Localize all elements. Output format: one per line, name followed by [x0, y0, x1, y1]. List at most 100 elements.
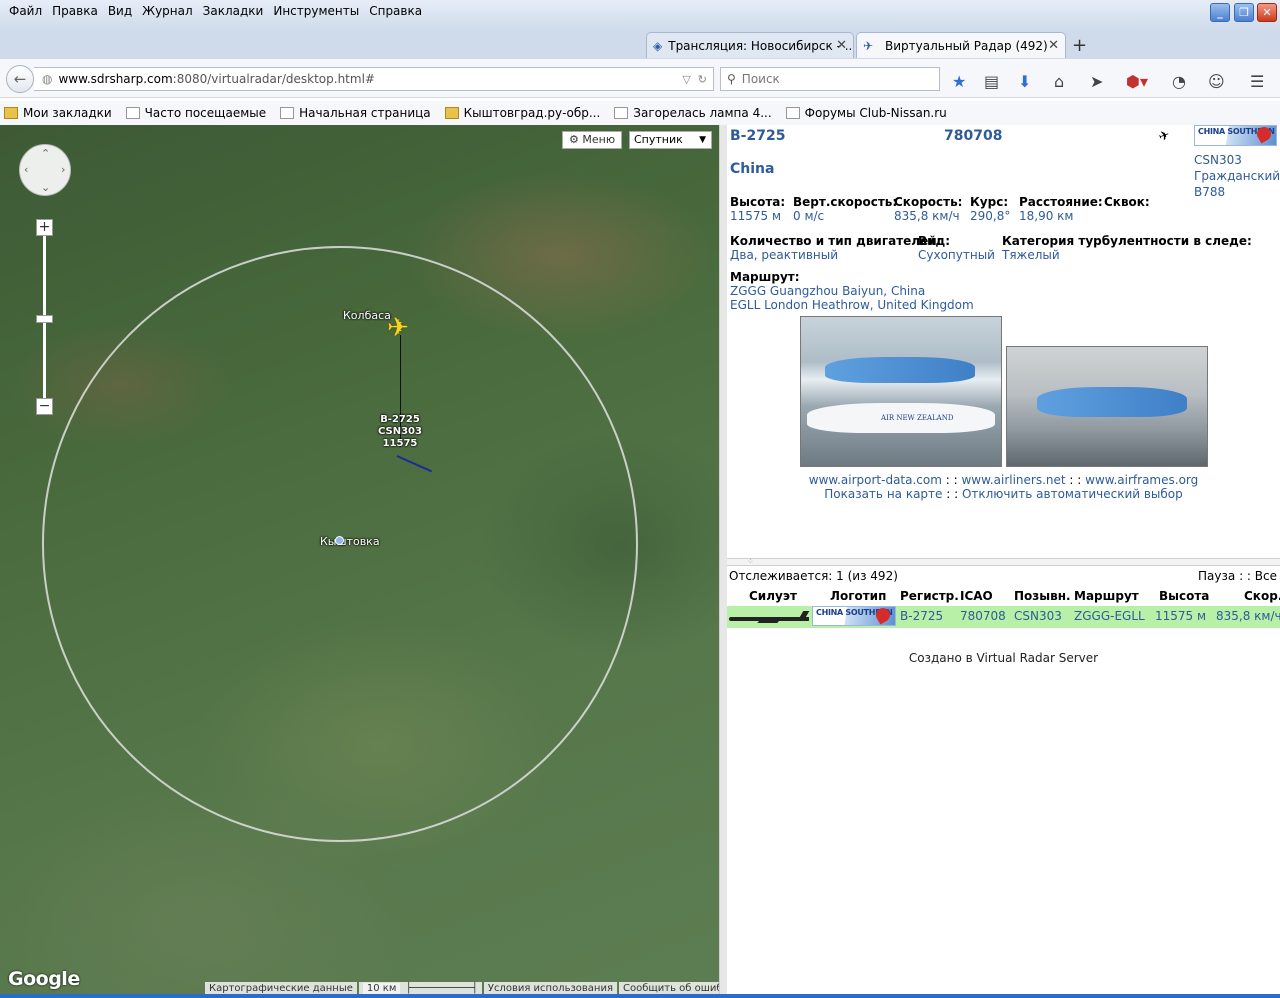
bookmark-item[interactable]: Мои закладки	[4, 106, 112, 120]
show-all-link[interactable]: Все	[1255, 569, 1277, 583]
tab-virtual-radar[interactable]: ✈ Виртуальный Радар (492) ✕	[856, 32, 1066, 58]
bookmark-item[interactable]: Кыштовград.ру-обр...	[444, 106, 600, 120]
bookmarks-toolbar: Мои закладки Часто посещаемые Начальная …	[0, 101, 1280, 125]
label-registration: B-2725	[380, 414, 420, 425]
field-value: 290,8°	[970, 209, 1011, 223]
vertical-splitter[interactable]	[719, 125, 727, 996]
airliners-link[interactable]: www.airliners.net	[961, 473, 1065, 487]
airport-data-link[interactable]: www.airport-data.com	[809, 473, 942, 487]
table-row[interactable]: CHINA SOUTHERN B-2725 780708 CSN303 ZGGG…	[727, 606, 1280, 628]
download-icon[interactable]: ⬇	[1018, 72, 1031, 91]
pan-up-icon[interactable]: ⌃	[41, 147, 50, 160]
sync-icon[interactable]: ◔	[1172, 72, 1186, 91]
menu-view[interactable]: Вид	[108, 4, 132, 18]
header-registration[interactable]: Регистр.	[900, 589, 959, 603]
url-path: :8080/virtualradar/desktop.html#	[172, 72, 375, 86]
search-input[interactable]: ⚲ Поиск	[720, 67, 940, 91]
satellite-map[interactable]: ⌃ ⌄ ‹ › + − ⚙ Меню Спутник ▼ Колбаса Кыш…	[0, 125, 719, 996]
zoom-in-button[interactable]: +	[36, 219, 53, 236]
bookmark-item[interactable]: Начальная страница	[280, 106, 431, 120]
field-label: Сквок:	[1104, 195, 1150, 209]
disable-autoselect-link[interactable]: Отключить автоматический выбор	[962, 487, 1183, 501]
link-separator: : :	[941, 473, 962, 487]
detail-callsign: CSN303	[1194, 153, 1242, 167]
star-icon[interactable]: ★	[952, 72, 966, 91]
field-label: Количество и тип двигателей:	[730, 234, 942, 248]
field-speed: Скорость: 835,8 км/ч	[894, 195, 962, 223]
header-callsign[interactable]: Позывн.	[1014, 589, 1071, 603]
list-header: Силуэт Логотип Регистр. ICAO Позывн. Мар…	[727, 587, 1280, 605]
adblock-icon[interactable]: ⬢▾	[1126, 72, 1148, 91]
back-button[interactable]: ←	[6, 65, 34, 93]
map-type-value: Спутник	[634, 133, 683, 146]
taskbar	[0, 994, 1280, 998]
menu-file[interactable]: Файл	[9, 4, 42, 18]
send-icon[interactable]: ➤	[1090, 72, 1103, 91]
zoom-slider-handle[interactable]	[36, 315, 53, 323]
header-route[interactable]: Маршрут	[1074, 589, 1139, 603]
photo-plane-shape	[825, 357, 975, 383]
aircraft-marker-icon[interactable]: ✈	[387, 313, 409, 343]
show-on-map-link[interactable]: Показать на карте	[824, 487, 942, 501]
field-value: Сухопутный	[918, 248, 995, 262]
url-bar[interactable]: ◍ www.sdrsharp.com :8080/virtualradar/de…	[34, 67, 714, 91]
field-engines: Количество и тип двигателей: Два, реакти…	[730, 234, 941, 262]
menu-tools[interactable]: Инструменты	[273, 4, 359, 18]
field-value: Тяжелый	[1002, 248, 1060, 262]
reading-list-icon[interactable]: ▤	[984, 72, 999, 91]
zoom-out-button[interactable]: −	[36, 398, 53, 415]
aircraft-label[interactable]: B-2725 CSN303 11575	[378, 414, 422, 450]
pan-control[interactable]: ⌃ ⌄ ‹ ›	[19, 144, 71, 196]
pan-right-icon[interactable]: ›	[61, 163, 65, 176]
airline-logo: CHINA SOUTHERN	[812, 606, 896, 626]
close-window-button[interactable]: ✕	[1257, 3, 1277, 22]
field-wake-turbulence: Категория турбулентности в следе: Тяжелы…	[1002, 234, 1252, 262]
home-icon[interactable]: ⌂	[1054, 72, 1064, 91]
field-label: Скорость:	[894, 195, 963, 209]
bookmark-item[interactable]: Загорелась лампа 4...	[614, 106, 772, 120]
map-type-select[interactable]: Спутник ▼	[629, 131, 712, 149]
pan-down-icon[interactable]: ⌄	[41, 181, 50, 194]
field-squawk: Сквок:	[1104, 195, 1150, 209]
header-speed[interactable]: Скор.	[1244, 589, 1280, 603]
close-tab-icon[interactable]: ✕	[836, 38, 847, 53]
bookmark-item[interactable]: Часто посещаемые	[125, 106, 266, 120]
restore-button[interactable]: ❐	[1234, 3, 1254, 22]
menu-help[interactable]: Справка	[369, 4, 422, 18]
map-menu-button[interactable]: ⚙ Меню	[562, 131, 623, 149]
field-label: Курс:	[970, 195, 1009, 209]
smiley-icon[interactable]: ☺	[1208, 72, 1225, 91]
header-logo[interactable]: Логотип	[830, 589, 886, 603]
horizontal-splitter[interactable]: ⁘	[727, 558, 1280, 566]
close-tab-icon[interactable]: ✕	[1048, 38, 1059, 53]
menu-bookmarks[interactable]: Закладки	[203, 4, 264, 18]
new-tab-button[interactable]: +	[1072, 35, 1087, 56]
aircraft-photo[interactable]: AIR NEW ZEALAND	[800, 316, 1002, 467]
pause-link[interactable]: Пауза	[1198, 569, 1235, 583]
pan-left-icon[interactable]: ‹	[24, 163, 28, 176]
reload-icon[interactable]: ▽ ↻	[682, 73, 707, 86]
photo-plane-shape	[1037, 387, 1187, 417]
header-silhouette[interactable]: Силуэт	[749, 589, 797, 603]
minimize-button[interactable]: _	[1210, 3, 1230, 22]
bookmark-label: Мои закладки	[23, 106, 112, 120]
gear-icon: ⚙	[569, 133, 579, 146]
url-host: www.sdrsharp.com	[58, 72, 173, 86]
title-bar: Файл Правка Вид Журнал Закладки Инструме…	[0, 0, 1280, 30]
search-icon: ⚲	[727, 72, 736, 86]
aircraft-photo[interactable]	[1006, 346, 1208, 467]
menu-edit[interactable]: Правка	[52, 4, 98, 18]
detail-country: China	[730, 161, 775, 177]
header-altitude[interactable]: Высота	[1159, 589, 1209, 603]
credit-text: Создано в Virtual Radar Server	[908, 651, 1099, 665]
menu-history[interactable]: Журнал	[142, 4, 193, 18]
airframes-link[interactable]: www.airframes.org	[1085, 473, 1198, 487]
hamburger-menu-icon[interactable]: ☰	[1250, 72, 1264, 91]
plane-icon: ✈	[863, 38, 874, 53]
header-icao[interactable]: ICAO	[960, 589, 993, 603]
field-label: Расстояние:	[1019, 195, 1103, 209]
aircraft-list: Отслеживается: 1 (из 492) Пауза : : Все …	[727, 566, 1280, 994]
tab-translation[interactable]: ◈ Трансляция: Новосибирск - ... ✕	[646, 32, 854, 58]
globe-icon: ◍	[42, 72, 53, 86]
bookmark-item[interactable]: Форумы Club-Nissan.ru	[785, 106, 947, 120]
